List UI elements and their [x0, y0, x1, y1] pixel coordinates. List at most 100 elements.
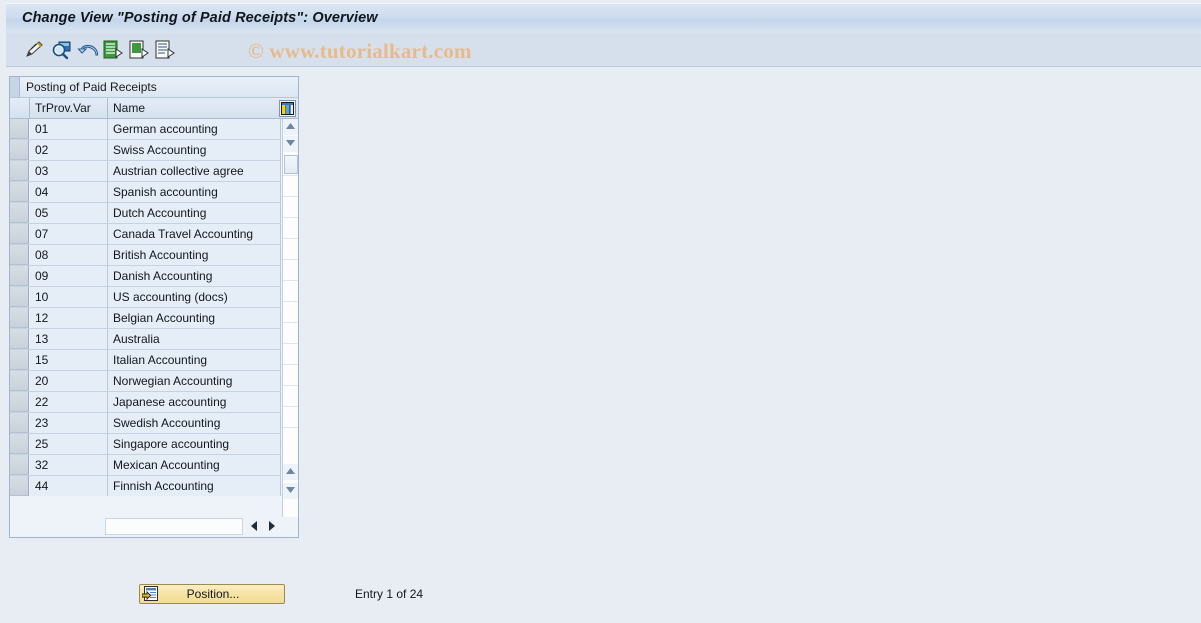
row-selector-cell[interactable]	[10, 308, 29, 328]
row-selector-cell[interactable]	[10, 245, 29, 265]
cell-trprov-var[interactable]: 20	[30, 371, 108, 391]
row-selector-cell[interactable]	[10, 371, 29, 391]
cell-trprov-var[interactable]: 09	[30, 266, 108, 286]
select-all-columns-icon[interactable]	[279, 100, 296, 117]
column-header-name[interactable]: Name	[108, 98, 298, 119]
cell-name[interactable]: US accounting (docs)	[108, 287, 281, 307]
entry-status-text: Entry 1 of 24	[355, 587, 424, 601]
cell-trprov-var[interactable]: 12	[30, 308, 108, 328]
copy-as-icon[interactable]	[126, 38, 150, 62]
scroll-page-down-arrow-icon[interactable]	[283, 483, 298, 499]
cell-trprov-var[interactable]: 23	[30, 413, 108, 433]
horizontal-scrollbar[interactable]	[30, 517, 281, 537]
table-row[interactable]: 05 Dutch Accounting	[10, 203, 281, 224]
table-row[interactable]: 44 Finnish Accounting	[10, 476, 281, 496]
table-row[interactable]: 04 Spanish accounting	[10, 182, 281, 203]
row-selector-cell[interactable]	[10, 455, 29, 475]
cell-trprov-var[interactable]: 44	[30, 476, 108, 496]
table-row[interactable]: 01 German accounting	[10, 119, 281, 140]
table-row[interactable]: 09 Danish Accounting	[10, 266, 281, 287]
cell-trprov-var[interactable]: 04	[30, 182, 108, 202]
cell-name[interactable]: Mexican Accounting	[108, 455, 281, 475]
table-row[interactable]: 22 Japanese accounting	[10, 392, 281, 413]
table-row[interactable]: 03 Austrian collective agree	[10, 161, 281, 182]
vertical-scrollbar[interactable]	[282, 119, 298, 517]
table-row[interactable]: 20 Norwegian Accounting	[10, 371, 281, 392]
panel-header-label: Posting of Paid Receipts	[26, 80, 157, 94]
cell-name[interactable]: Spanish accounting	[108, 182, 281, 202]
table-row[interactable]: 23 Swedish Accounting	[10, 413, 281, 434]
cell-trprov-var[interactable]: 03	[30, 161, 108, 181]
cell-trprov-var[interactable]: 13	[30, 329, 108, 349]
cell-trprov-var[interactable]: 32	[30, 455, 108, 475]
cell-trprov-var[interactable]: 07	[30, 224, 108, 244]
row-selector-cell[interactable]	[10, 224, 29, 244]
position-button[interactable]: Position...	[139, 584, 285, 604]
cell-trprov-var[interactable]: 10	[30, 287, 108, 307]
sap-gui-window: Change View "Posting of Paid Receipts": …	[0, 0, 1201, 623]
cell-name[interactable]: Swiss Accounting	[108, 140, 281, 160]
application-toolbar	[6, 33, 1201, 67]
cell-name[interactable]: Canada Travel Accounting	[108, 224, 281, 244]
cell-trprov-var[interactable]: 25	[30, 434, 108, 454]
table-row[interactable]: 13 Australia	[10, 329, 281, 350]
row-selector-cell[interactable]	[10, 350, 29, 370]
table-row[interactable]: 07 Canada Travel Accounting	[10, 224, 281, 245]
table-row[interactable]: 25 Singapore accounting	[10, 434, 281, 455]
row-selector-cell[interactable]	[10, 392, 29, 412]
table-row[interactable]: 02 Swiss Accounting	[10, 140, 281, 161]
cell-name[interactable]: Australia	[108, 329, 281, 349]
cell-trprov-var[interactable]: 01	[30, 119, 108, 139]
table-body[interactable]: 01 German accounting 02 Swiss Accounting 03 A…	[10, 119, 281, 496]
row-selector-cell[interactable]	[10, 329, 29, 349]
row-selector-cell[interactable]	[10, 434, 29, 454]
table-row[interactable]: 32 Mexican Accounting	[10, 455, 281, 476]
cell-trprov-var[interactable]: 02	[30, 140, 108, 160]
table-row[interactable]: 12 Belgian Accounting	[10, 308, 281, 329]
scroll-page-up-arrow-icon[interactable]	[283, 464, 298, 480]
new-entries-icon[interactable]	[100, 38, 124, 62]
row-selector-cell[interactable]	[10, 140, 29, 160]
table-row[interactable]: 08 British Accounting	[10, 245, 281, 266]
cell-trprov-var[interactable]: 08	[30, 245, 108, 265]
row-selector-cell[interactable]	[10, 287, 29, 307]
cell-name[interactable]: Danish Accounting	[108, 266, 281, 286]
scroll-up-arrow-icon[interactable]	[283, 119, 298, 135]
row-selector-cell[interactable]	[10, 161, 29, 181]
position-button-label: Position...	[186, 587, 240, 601]
table-row[interactable]: 15 Italian Accounting	[10, 350, 281, 371]
cell-name[interactable]: Singapore accounting	[108, 434, 281, 454]
row-selector-cell[interactable]	[10, 203, 29, 223]
change-display-toggle-icon[interactable]	[22, 38, 46, 62]
row-selector-cell[interactable]	[10, 266, 29, 286]
cell-trprov-var[interactable]: 22	[30, 392, 108, 412]
cell-name[interactable]: Dutch Accounting	[108, 203, 281, 223]
cell-name[interactable]: German accounting	[108, 119, 281, 139]
row-selector-cell[interactable]	[10, 413, 29, 433]
horizontal-scrollbar-track[interactable]	[105, 518, 243, 535]
column-header-select-all[interactable]	[10, 98, 30, 119]
cell-name[interactable]: Finnish Accounting	[108, 476, 281, 496]
cell-name[interactable]: Japanese accounting	[108, 392, 281, 412]
row-selector-cell[interactable]	[10, 182, 29, 202]
page-title: Change View "Posting of Paid Receipts": …	[22, 10, 378, 26]
details-magnifier-icon[interactable]	[50, 38, 74, 62]
table-row[interactable]: 10 US accounting (docs)	[10, 287, 281, 308]
undo-arrow-icon[interactable]	[76, 38, 100, 62]
scroll-right-arrow-icon[interactable]	[264, 518, 281, 535]
column-header-trprov-var[interactable]: TrProv.Var	[30, 98, 108, 119]
vertical-scrollbar-thumb[interactable]	[284, 155, 298, 174]
cell-name[interactable]: British Accounting	[108, 245, 281, 265]
delete-entry-icon[interactable]	[152, 38, 176, 62]
cell-trprov-var[interactable]: 15	[30, 350, 108, 370]
cell-name[interactable]: Swedish Accounting	[108, 413, 281, 433]
cell-name[interactable]: Italian Accounting	[108, 350, 281, 370]
cell-name[interactable]: Belgian Accounting	[108, 308, 281, 328]
scroll-left-arrow-icon[interactable]	[246, 518, 263, 535]
row-selector-cell[interactable]	[10, 476, 29, 496]
cell-name[interactable]: Austrian collective agree	[108, 161, 281, 181]
cell-trprov-var[interactable]: 05	[30, 203, 108, 223]
scroll-down-arrow-icon[interactable]	[283, 136, 298, 152]
row-selector-cell[interactable]	[10, 119, 29, 139]
cell-name[interactable]: Norwegian Accounting	[108, 371, 281, 391]
